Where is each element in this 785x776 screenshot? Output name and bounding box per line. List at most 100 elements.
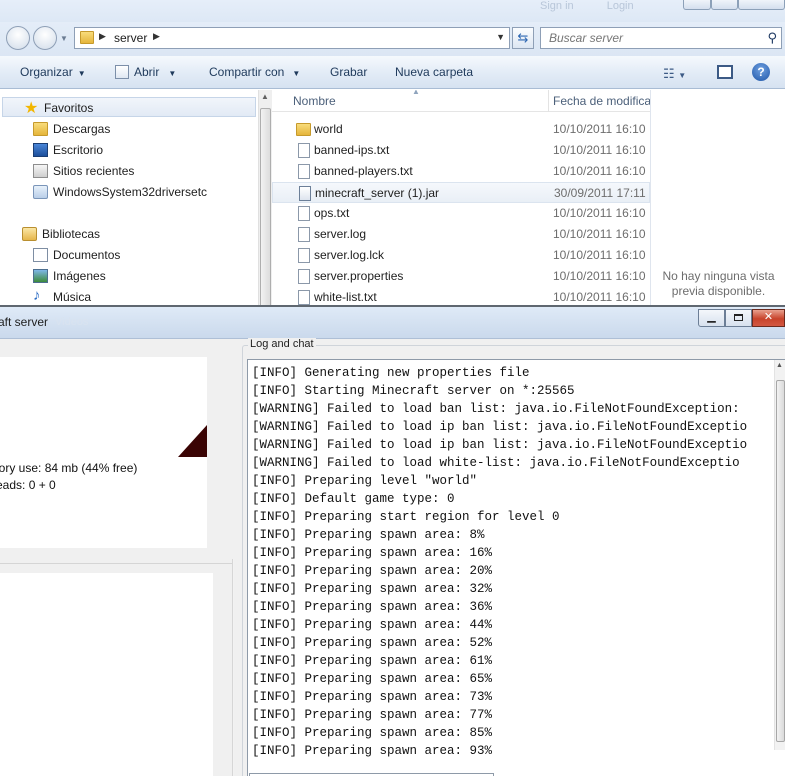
log-line: [WARNING] Failed to load ban list: java.… — [252, 402, 740, 416]
views-icon[interactable]: ☷ ▼ — [663, 66, 686, 82]
column-header-date[interactable]: Fecha de modifica — [553, 94, 650, 108]
file-row-server-log-lck[interactable]: server.log.lck 10/10/2011 16:10 — [272, 245, 650, 266]
log-scrollbar[interactable]: ▲ — [774, 360, 785, 750]
open-button[interactable]: Abrir ▼ — [115, 65, 176, 79]
burn-button[interactable]: Grabar — [330, 65, 367, 79]
explorer-window: Sign in Login ▼ ▶ server ▶ ▼ ⇆ ⚲ Organiz… — [0, 0, 785, 308]
players-list[interactable] — [0, 573, 213, 776]
forward-button[interactable] — [33, 26, 57, 50]
explorer-close-button[interactable] — [738, 0, 785, 10]
log-text-area[interactable]: [INFO] Generating new properties file [I… — [247, 359, 785, 776]
log-line: [INFO] Preparing spawn area: 93% — [252, 744, 493, 758]
preview-pane-icon[interactable] — [717, 65, 733, 79]
maximize-button[interactable] — [725, 309, 752, 327]
nav-item-windows-system32[interactable]: WindowsSystem32driversetc — [0, 182, 258, 202]
nav-label: Imágenes — [53, 269, 106, 283]
caption-link[interactable]: Sign in — [540, 0, 574, 12]
search-input[interactable] — [541, 28, 761, 48]
star-icon: ★ — [24, 100, 39, 117]
recent-pages-icon[interactable]: ▼ — [60, 34, 68, 43]
file-date: 10/10/2011 16:10 — [553, 206, 646, 220]
caption-links: Sign in Login — [540, 0, 664, 12]
explorer-maximize-button[interactable] — [711, 0, 738, 10]
file-row-banned-players[interactable]: banned-players.txt 10/10/2011 16:10 — [272, 161, 650, 182]
text-file-icon — [298, 206, 310, 221]
chevron-down-icon[interactable]: ▼ — [496, 32, 505, 42]
file-list-view: ▲ Nombre Fecha de modifica world 10/10/2… — [272, 90, 650, 308]
file-row-server-properties[interactable]: server.properties 10/10/2011 16:10 — [272, 266, 650, 287]
stats-panel: nory use: 84 mb (44% free) eads: 0 + 0 — [0, 357, 207, 548]
address-bar[interactable]: ▶ server ▶ ▼ — [74, 27, 510, 49]
nav-favorites[interactable]: ★ Favoritos — [2, 97, 256, 117]
close-button[interactable]: ✕ — [752, 309, 785, 327]
file-row-minecraft-server-jar[interactable]: minecraft_server (1).jar 30/09/2011 17:1… — [272, 182, 650, 203]
file-row-world[interactable]: world 10/10/2011 16:10 — [272, 119, 650, 140]
nav-item-musica[interactable]: ♪ Música — [0, 287, 258, 307]
nav-item-imagenes[interactable]: Imágenes — [0, 266, 258, 286]
column-header-name[interactable]: Nombre — [293, 94, 336, 108]
log-line: [INFO] Preparing spawn area: 73% — [252, 690, 493, 704]
file-row-banned-ips[interactable]: banned-ips.txt 10/10/2011 16:10 — [272, 140, 650, 161]
nav-libraries[interactable]: Bibliotecas — [0, 224, 258, 244]
chevron-down-icon: ▼ — [168, 69, 177, 78]
new-folder-button[interactable]: Nueva carpeta — [395, 65, 473, 79]
file-row-ops[interactable]: ops.txt 10/10/2011 16:10 — [272, 203, 650, 224]
share-button[interactable]: Compartir con ▼ — [209, 65, 300, 79]
breadcrumb-server[interactable]: server — [114, 31, 147, 45]
documents-icon — [33, 248, 48, 262]
navigation-scrollbar[interactable]: ▲ — [258, 90, 272, 308]
log-line: [INFO] Preparing spawn area: 8% — [252, 528, 485, 542]
nav-label: Documentos — [53, 248, 121, 262]
nav-item-descargas[interactable]: Descargas — [0, 119, 258, 139]
file-name: server.log — [314, 227, 367, 241]
log-lines: [INFO] Generating new properties file [I… — [252, 364, 747, 760]
search-box[interactable]: ⚲ — [540, 27, 782, 49]
nav-item-documentos[interactable]: Documentos — [0, 245, 258, 265]
open-label: Abrir — [134, 65, 160, 79]
back-button[interactable] — [6, 26, 30, 50]
scrollbar-thumb[interactable] — [776, 380, 785, 742]
log-line: [INFO] Preparing spawn area: 77% — [252, 708, 493, 722]
scrollbar-thumb[interactable] — [260, 108, 271, 308]
log-line: [WARNING] Failed to load ip ban list: ja… — [252, 438, 748, 452]
nav-item-sitios-recientes[interactable]: Sitios recientes — [0, 161, 258, 181]
desktop-icon — [33, 143, 48, 157]
log-line: [INFO] Preparing spawn area: 85% — [252, 726, 493, 740]
scroll-up-icon[interactable]: ▲ — [261, 92, 269, 101]
downloads-folder-icon — [33, 122, 48, 136]
chevron-right-icon[interactable]: ▶ — [99, 31, 106, 42]
folder-icon — [80, 31, 94, 44]
nav-label: Sitios recientes — [53, 164, 135, 178]
refresh-button[interactable]: ⇆ — [512, 27, 534, 49]
log-line: [INFO] Preparing spawn area: 20% — [252, 564, 493, 578]
log-line: [WARNING] Failed to load ip ban list: ja… — [252, 420, 748, 434]
maximize-icon — [734, 314, 743, 321]
file-row-server-log[interactable]: server.log 10/10/2011 16:10 — [272, 224, 650, 245]
caption-link[interactable]: Login — [607, 0, 634, 12]
log-line: [INFO] Preparing spawn area: 32% — [252, 582, 493, 596]
address-row: ▼ ▶ server ▶ ▼ ⇆ ⚲ — [0, 22, 785, 56]
help-icon[interactable]: ? — [752, 63, 770, 81]
split-handle[interactable] — [232, 559, 234, 776]
file-date: 10/10/2011 16:10 — [553, 164, 646, 178]
chevron-right-icon[interactable]: ▶ — [153, 31, 160, 42]
nav-item-escritorio[interactable]: Escritorio — [0, 140, 258, 160]
preview-pane: No hay ninguna vista previa disponible. — [650, 90, 785, 308]
minimize-button[interactable]: ▁ — [698, 309, 725, 327]
text-file-icon — [298, 143, 310, 158]
file-name: server.properties — [314, 269, 404, 283]
jar-file-icon — [299, 186, 311, 201]
log-line: [INFO] Starting Minecraft server on *:25… — [252, 384, 575, 398]
file-name: minecraft_server (1).jar — [315, 186, 440, 200]
column-separator[interactable] — [548, 90, 549, 112]
log-line: [INFO] Preparing start region for level … — [252, 510, 560, 524]
file-date: 10/10/2011 16:10 — [553, 227, 646, 241]
explorer-minimize-button[interactable] — [683, 0, 711, 10]
search-icon[interactable]: ⚲ — [767, 30, 777, 46]
scroll-up-icon[interactable]: ▲ — [776, 362, 783, 369]
server-title-bar[interactable]: aft server Videos ▁ ✕ — [0, 307, 785, 339]
share-label: Compartir con — [209, 65, 285, 79]
log-line: [INFO] Preparing spawn area: 44% — [252, 618, 493, 632]
organize-button[interactable]: Organizar ▼ — [20, 65, 86, 79]
nav-label: Descargas — [53, 122, 111, 136]
